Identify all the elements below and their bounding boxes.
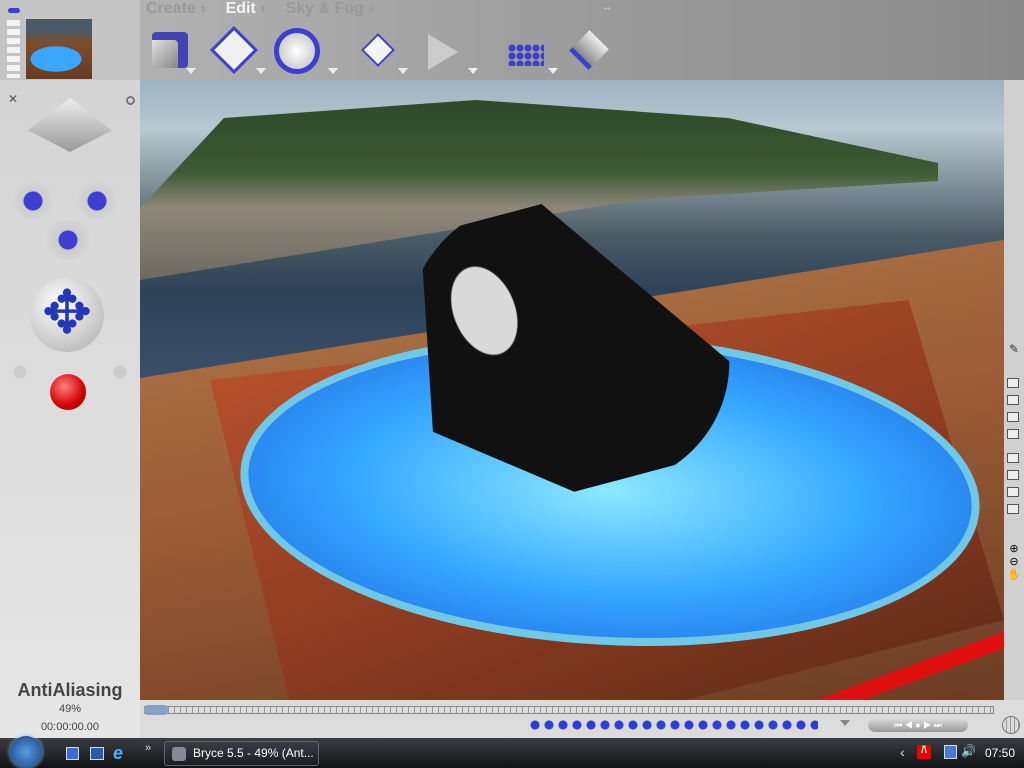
hand-pan-icon[interactable]: ✋: [1004, 568, 1024, 581]
memory-dots-palette[interactable]: [528, 718, 818, 732]
status-title: AntiAliasing: [17, 680, 123, 700]
right-toolbar: ✎ ⊕ ⊖ ✋: [1004, 80, 1024, 700]
render-options-spheres[interactable]: [12, 364, 128, 380]
view-control-icon[interactable]: [28, 98, 112, 152]
rotate-dropdown-icon[interactable]: [328, 68, 338, 74]
taskbar-button-bryce[interactable]: Bryce 5.5 - 49% (Ant...: [164, 741, 319, 766]
top-toolbar: Create › Edit › Sky & Fog › ↔: [0, 0, 1024, 80]
tab-create[interactable]: Create ›: [146, 0, 206, 18]
control-panel: ✕ ✥ AntiAliasing 49% 00:00:00.00: [0, 80, 140, 738]
render-view[interactable]: [140, 80, 1004, 700]
internet-explorer-icon[interactable]: e: [113, 743, 123, 764]
materials-cube-icon[interactable]: [146, 26, 194, 74]
switch-windows-icon[interactable]: [90, 747, 104, 760]
shadow-icon[interactable]: [1007, 453, 1019, 463]
task-label: Bryce 5.5 - 49% (Ant...: [193, 746, 314, 760]
clock[interactable]: 07:50: [985, 746, 1015, 760]
view-bullet-active[interactable]: [8, 8, 20, 13]
animation-controls[interactable]: ⏮ ◀ ● ▶ ⏭: [868, 718, 968, 732]
reposition-tool-icon[interactable]: [354, 26, 402, 74]
depth-cue-icon[interactable]: [1007, 470, 1019, 480]
memory-dots-dropdown-icon[interactable]: [840, 720, 850, 726]
timeline-thumb[interactable]: [144, 705, 168, 715]
randomize-tool-icon[interactable]: [504, 26, 552, 74]
brush-icon[interactable]: ✎: [1004, 342, 1024, 356]
quicklaunch-chevron[interactable]: »: [145, 742, 151, 754]
render-mode-icon[interactable]: [1007, 395, 1019, 405]
view-bullets[interactable]: [7, 20, 20, 78]
reposition-dropdown-icon[interactable]: [398, 68, 408, 74]
object-conversion-icon[interactable]: [566, 26, 614, 74]
timeline-bar: ⏮ ◀ ● ▶ ⏭: [140, 700, 1024, 738]
zoom-in-icon[interactable]: ⊕: [1004, 542, 1024, 555]
palette-tabs: Create › Edit › Sky & Fog ›: [146, 0, 374, 18]
timeline-scrubber[interactable]: [144, 706, 994, 714]
camera-trackball-left-icon[interactable]: [12, 180, 54, 222]
rotate-tool-icon[interactable]: [272, 26, 324, 74]
nano-preview-panel: [0, 0, 140, 86]
texture-mode-icon[interactable]: [1007, 412, 1019, 422]
antivirus-tray-icon[interactable]: /\: [917, 745, 931, 759]
bryce-app-icon: [172, 747, 186, 761]
director-chair-icon[interactable]: ✕: [8, 92, 18, 106]
zoom-out-icon[interactable]: ⊖: [1004, 555, 1024, 568]
web-globe-icon[interactable]: [1002, 716, 1020, 734]
resize-arrows-icon[interactable]: ↔: [602, 2, 612, 13]
show-desktop-icon[interactable]: [66, 747, 79, 760]
background-icon[interactable]: [1007, 487, 1019, 497]
tab-edit[interactable]: Edit ›: [226, 0, 266, 18]
start-button[interactable]: [10, 736, 42, 768]
tray-chevron[interactable]: ‹: [900, 744, 905, 760]
plop-render-icon[interactable]: [1007, 504, 1019, 514]
camera-trackball-right-icon[interactable]: [76, 180, 118, 222]
render-status: AntiAliasing 49% 00:00:00.00: [0, 680, 140, 733]
camera-pan-arrows-icon[interactable]: ✥: [30, 278, 104, 352]
nano-preview-thumbnail[interactable]: [26, 19, 92, 79]
tab-sky-fog[interactable]: Sky & Fog ›: [286, 0, 374, 18]
display-mode-icon[interactable]: [1007, 378, 1019, 388]
volume-tray-icon[interactable]: 🔊: [961, 744, 976, 758]
align-dropdown-icon[interactable]: [468, 68, 478, 74]
resize-tool-icon[interactable]: [210, 26, 258, 74]
taskbar: e » Bryce 5.5 - 49% (Ant... ‹ /\ 🔊 07:50: [0, 736, 1024, 768]
align-tool-icon[interactable]: [420, 26, 468, 74]
camera-xz-trackball-icon[interactable]: [42, 220, 94, 260]
status-percent: 49%: [58, 703, 82, 715]
resize-dropdown-icon[interactable]: [256, 68, 266, 74]
option-circle-icon[interactable]: [126, 96, 135, 105]
materials-dropdown-icon[interactable]: [186, 68, 196, 74]
wireframe-icon[interactable]: [1007, 429, 1019, 439]
randomize-dropdown-icon[interactable]: [548, 68, 558, 74]
network-tray-icon[interactable]: [944, 745, 957, 759]
status-time: 00:00:00.00: [40, 721, 100, 733]
